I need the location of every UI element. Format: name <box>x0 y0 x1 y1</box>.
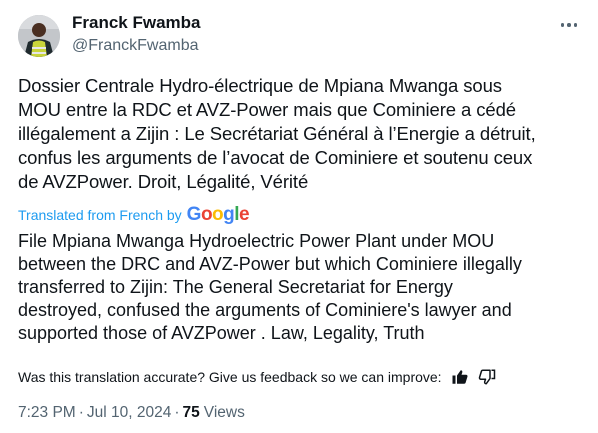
meta-separator: · <box>78 404 84 421</box>
google-logo-icon: Google <box>186 204 250 225</box>
translation-feedback: Was this translation accurate? Give us f… <box>18 366 496 388</box>
thumbs-up-icon[interactable] <box>451 368 469 386</box>
more-dot-icon <box>560 23 565 27</box>
tweet-date[interactable]: Jul 10, 2024 <box>87 404 171 422</box>
tweet-translated-text: File Mpiana Mwanga Hydroelectric Power P… <box>18 231 522 343</box>
views-count[interactable]: 75 <box>183 404 200 422</box>
meta-separator: · <box>174 404 180 421</box>
views-label: Views <box>203 404 245 421</box>
more-options-button[interactable] <box>554 14 584 36</box>
more-dot-icon <box>567 23 571 27</box>
tweet-card: Franck Fwamba @FranckFwamba Dossier Cent… <box>0 0 598 433</box>
avatar[interactable] <box>18 15 60 57</box>
tweet-time[interactable]: 7:23 PM <box>18 404 76 422</box>
more-dot-icon <box>573 23 578 27</box>
feedback-question: Was this translation accurate? Give us f… <box>18 369 442 385</box>
translated-from-link[interactable]: Translated from French by Google <box>18 204 250 225</box>
translated-label: Translated from French by <box>18 207 182 223</box>
tweet-original-text: Dossier Centrale Hydro-électrique de Mpi… <box>18 75 536 192</box>
author-handle[interactable]: @FranckFwamba <box>72 36 199 56</box>
author-name[interactable]: Franck Fwamba <box>72 13 201 33</box>
thumbs-down-icon[interactable] <box>478 368 496 386</box>
tweet-meta: 7:23 PM · Jul 10, 2024 · 75 Views <box>18 402 245 424</box>
